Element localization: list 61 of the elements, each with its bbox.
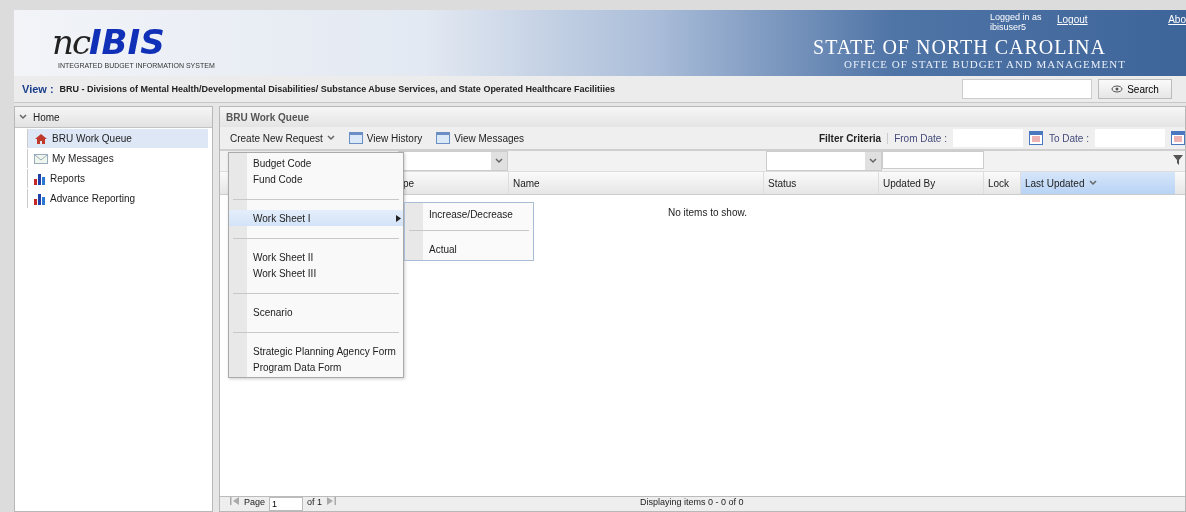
caret-icon xyxy=(326,135,335,141)
first-page-icon[interactable] xyxy=(230,497,240,505)
tree-item[interactable]: BRU Work Queue xyxy=(27,129,208,148)
page-field[interactable]: 1 xyxy=(269,497,304,511)
create-request-button[interactable]: Create New Request xyxy=(226,132,339,144)
chevron-icon xyxy=(869,158,877,164)
tree-item[interactable]: Reports xyxy=(27,169,208,188)
display-count: Displaying items 0 - 0 of 0 xyxy=(640,497,744,507)
menu-item[interactable]: Budget Code xyxy=(229,155,403,171)
column-header[interactable]: Updated By xyxy=(878,172,983,194)
state-title: STATE OF NORTH CAROLINA xyxy=(813,36,1106,58)
collapse-icon xyxy=(19,114,27,120)
search-button[interactable]: Search xyxy=(1098,79,1172,99)
logo-text: IBIS xyxy=(88,22,165,62)
menu-item[interactable]: Work Sheet III xyxy=(229,265,403,281)
house-icon xyxy=(34,132,48,145)
column-header[interactable]: Name xyxy=(508,172,763,194)
menu-item[interactable]: Work Sheet II xyxy=(229,249,403,265)
chevron-icon xyxy=(495,158,503,164)
status-filter-dropdown[interactable] xyxy=(766,151,882,171)
logo-script-text: nc xyxy=(52,22,89,62)
panel-title: BRU Work Queue xyxy=(220,107,1185,127)
from-date-label: From Date : xyxy=(894,132,947,144)
to-date-label: To Date : xyxy=(1048,132,1089,144)
view-history-button[interactable]: View History xyxy=(344,132,427,144)
calendar-icon[interactable] xyxy=(1028,131,1043,145)
logout-link[interactable]: Logout xyxy=(1057,14,1088,25)
calendar-icon[interactable] xyxy=(1171,131,1185,145)
empty-message: No items to show. xyxy=(668,207,747,218)
window-icon xyxy=(436,132,451,144)
view-messages-button[interactable]: View Messages xyxy=(432,132,529,144)
tree-item[interactable]: My Messages xyxy=(27,149,208,168)
bar-chart-icon xyxy=(34,172,46,185)
menu-item[interactable]: Strategic Planning Agency Form xyxy=(229,343,403,359)
office-title: OFFICE OF STATE BUDGET AND MANAGEMENT xyxy=(844,58,1126,71)
tree-item[interactable]: Advance Reporting xyxy=(27,189,208,208)
view-value: BRU - Divisions of Mental Health/Developmental Disabilities/ Substance Abuse Services, and State Operated Healthcare Facilitiies xyxy=(59,84,616,94)
menu-item[interactable]: Actual xyxy=(405,241,533,257)
view-label: View : xyxy=(22,83,54,95)
menu-item[interactable]: Program Data Form xyxy=(229,359,403,375)
type-filter-dropdown[interactable] xyxy=(398,151,508,171)
filter-label: Filter Criteria xyxy=(818,132,889,144)
menu-item[interactable]: Increase/Decrease xyxy=(405,206,533,222)
menu-item[interactable]: Work Sheet I xyxy=(229,210,403,226)
filter-icon[interactable] xyxy=(1173,155,1183,165)
login-status: Logged in as ibisuser5 xyxy=(990,12,1043,32)
menu-item[interactable]: Scenario xyxy=(229,304,403,320)
page-label: Page xyxy=(244,497,266,507)
bar-chart-icon xyxy=(34,192,46,205)
page-count: of 1 xyxy=(307,497,323,507)
search-field[interactable] xyxy=(962,79,1092,99)
updated-by-filter-field[interactable] xyxy=(882,151,984,169)
sidebar-header[interactable]: Home xyxy=(15,107,212,128)
column-header[interactable]: Status xyxy=(763,172,878,194)
search-icon xyxy=(1111,85,1124,93)
about-link[interactable]: Abo xyxy=(1168,14,1186,25)
column-header[interactable]: Last Updated xyxy=(1020,172,1175,194)
envelope-icon xyxy=(34,153,48,164)
last-page-icon[interactable] xyxy=(326,497,337,505)
sidebar-title: Home xyxy=(33,111,60,123)
window-icon xyxy=(348,132,363,144)
